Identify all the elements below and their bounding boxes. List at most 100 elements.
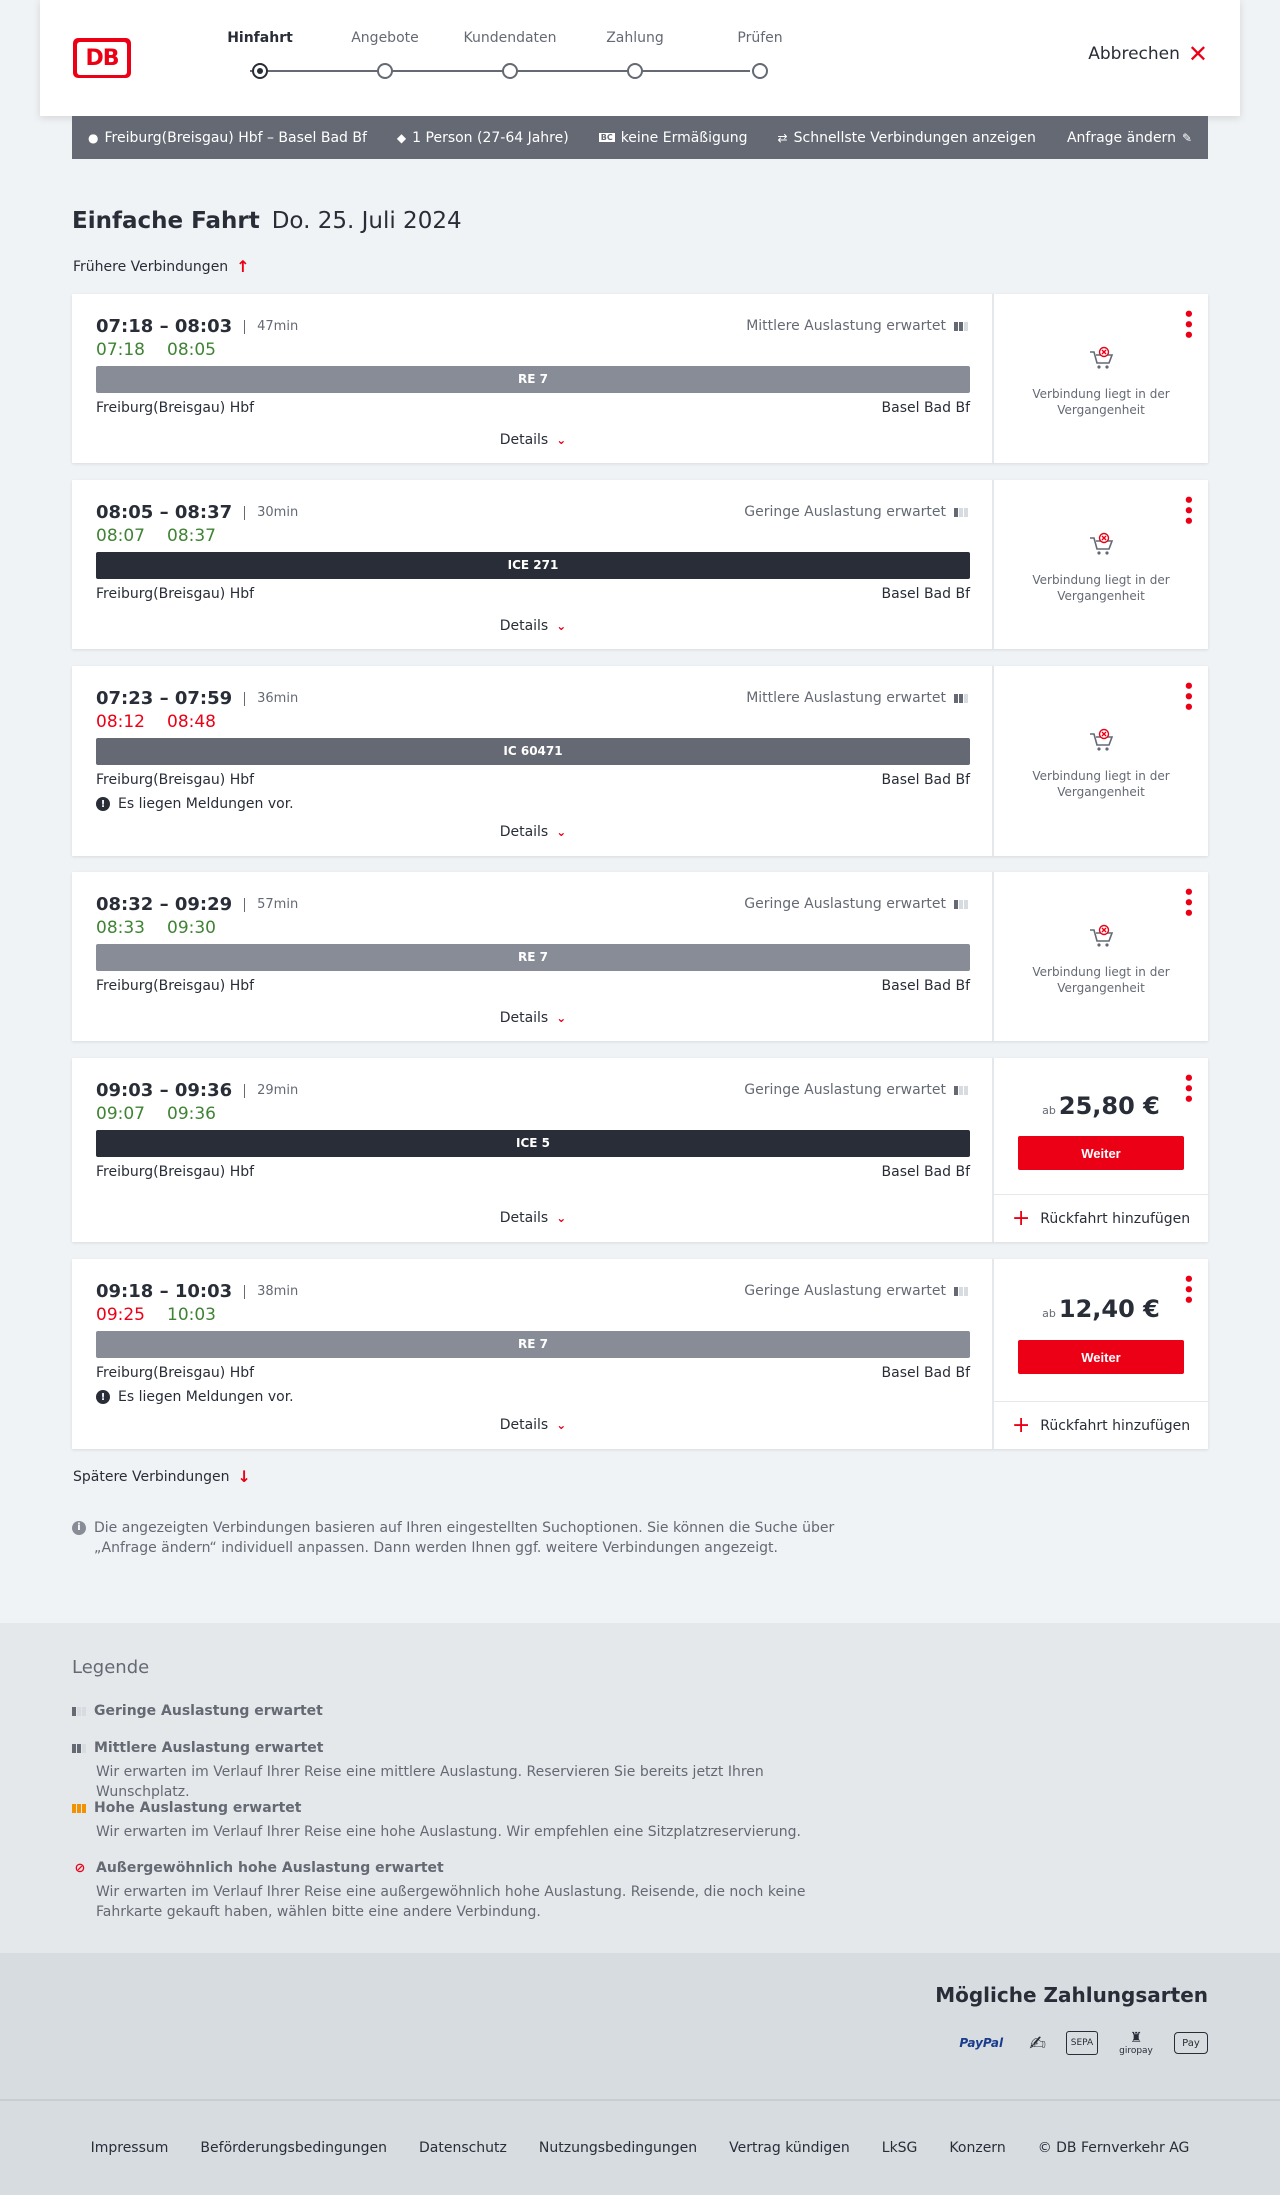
step-dot bbox=[627, 63, 643, 79]
connection-card: 08:32 – 09:29 57min 08:33 09:30 Geringe Au… bbox=[72, 872, 1208, 1041]
payment-icons: PayPal ✍ SEPA ♜ giropay Pay bbox=[953, 2029, 1208, 2057]
more-options-icon[interactable]: ••• bbox=[1177, 680, 1198, 712]
train-line-bar[interactable]: RE 7 bbox=[96, 944, 970, 971]
return-label: Rückfahrt hinzufügen bbox=[1040, 1210, 1191, 1227]
footer-copyright: © DB Fernverkehr AG bbox=[1037, 2140, 1190, 2156]
connection-info: 08:05 – 08:37 30min 08:07 08:37 Geringe Au… bbox=[72, 480, 994, 649]
page-title: Einfache Fahrt Do. 25. Juli 2024 bbox=[72, 208, 462, 234]
arrow-down-icon: ↓ bbox=[237, 1467, 251, 1486]
train-line-bar[interactable]: ICE 5 bbox=[96, 1130, 970, 1157]
cart-unavailable-icon bbox=[1090, 728, 1114, 751]
continue-button[interactable]: Weiter bbox=[1018, 1340, 1184, 1374]
more-options-icon[interactable]: ••• bbox=[1177, 308, 1198, 340]
train-line-bar[interactable]: ICE 271 bbox=[96, 552, 970, 579]
load-indicator: Mittlere Auslastung erwartet bbox=[746, 690, 968, 706]
plus-icon: + bbox=[1011, 1205, 1031, 1231]
footer-link-impressum[interactable]: Impressum bbox=[91, 2140, 169, 2156]
alert-icon: ! bbox=[96, 797, 110, 811]
later-connections-link[interactable]: Spätere Verbindungen ↓ bbox=[73, 1467, 251, 1486]
legend-title-text: Geringe Auslastung erwartet bbox=[94, 1703, 323, 1719]
apple-pay-label: Pay bbox=[1182, 2037, 1200, 2049]
details-label: Details bbox=[499, 824, 549, 840]
planned-time-range: 07:18 – 08:03 bbox=[96, 316, 233, 337]
change-request-label: Anfrage ändern bbox=[1066, 129, 1176, 146]
change-request-button[interactable]: Anfrage ändern ✎ bbox=[1067, 130, 1192, 146]
continue-button[interactable]: Weiter bbox=[1018, 1136, 1184, 1170]
load-indicator: Geringe Auslastung erwartet bbox=[744, 1082, 968, 1098]
load-text: Geringe Auslastung erwartet bbox=[744, 896, 946, 912]
card-hand-icon: ✍ bbox=[1029, 2031, 1046, 2055]
load-indicator: Geringe Auslastung erwartet bbox=[744, 504, 968, 520]
origin-station: Freiburg(Breisgau) Hbf bbox=[96, 1164, 255, 1180]
details-toggle[interactable]: Details ⌄ bbox=[72, 1417, 994, 1433]
legend-item: Geringe Auslastung erwartet bbox=[72, 1703, 852, 1719]
past-label: Verbindung liegt in der Vergangenheit bbox=[1032, 573, 1170, 603]
stations-row: Freiburg(Breisgau) Hbf Basel Bad Bf bbox=[96, 586, 970, 602]
details-toggle[interactable]: Details ⌄ bbox=[72, 1210, 994, 1226]
option-summary: ⇄ Schnellste Verbindungen anzeigen bbox=[778, 130, 1036, 146]
step-label: Hinfahrt bbox=[227, 30, 293, 46]
planned-time-range: 08:05 – 08:37 bbox=[96, 502, 233, 523]
db-logo-text: DB bbox=[77, 41, 127, 75]
cancel-label: Abbrechen bbox=[1088, 44, 1180, 64]
train-line-bar[interactable]: RE 7 bbox=[96, 1331, 970, 1358]
legend-title-text: Hohe Auslastung erwartet bbox=[94, 1800, 302, 1816]
disruption-notice[interactable]: ! Es liegen Meldungen vor. bbox=[96, 796, 294, 812]
legend-item: Hohe Auslastung erwartet Wir erwarten im… bbox=[72, 1800, 852, 1842]
past-connection-notice: Verbindung liegt in der Vergangenheit bbox=[994, 924, 1208, 996]
apple-pay-icon: Pay bbox=[1174, 2032, 1208, 2054]
legend-title: Legende bbox=[72, 1657, 150, 1678]
search-summary-bar: ● Freiburg(Breisgau) Hbf – Basel Bad Bf ◆… bbox=[72, 116, 1208, 159]
footer-link-befoerderung[interactable]: Beförderungsbedingungen bbox=[200, 2140, 387, 2156]
add-return-button[interactable]: + Rückfahrt hinzufügen bbox=[994, 1194, 1208, 1242]
footer-link-nutzung[interactable]: Nutzungsbedingungen bbox=[539, 2140, 697, 2156]
train-line-bar[interactable]: RE 7 bbox=[96, 366, 970, 393]
chevron-down-icon: ⌄ bbox=[556, 433, 567, 447]
legend-item-title: Geringe Auslastung erwartet bbox=[72, 1703, 852, 1719]
realtime-departure: 08:07 bbox=[96, 526, 145, 546]
price-value: 12,40 € bbox=[1058, 1295, 1160, 1323]
add-return-button[interactable]: + Rückfahrt hinzufügen bbox=[994, 1401, 1208, 1449]
connection-card: 09:03 – 09:36 29min 09:07 09:36 Geringe Au… bbox=[72, 1058, 1208, 1242]
cart-unavailable-icon bbox=[1090, 532, 1114, 555]
footer-link-kuendigen[interactable]: Vertrag kündigen bbox=[729, 2140, 850, 2156]
load-indicator: Mittlere Auslastung erwartet bbox=[746, 318, 968, 334]
destination-station: Basel Bad Bf bbox=[881, 978, 970, 994]
details-toggle[interactable]: Details ⌄ bbox=[72, 824, 994, 840]
db-logo[interactable]: DB bbox=[73, 38, 131, 78]
chevron-down-icon: ⌄ bbox=[556, 1011, 567, 1025]
realtime-departure: 08:12 bbox=[96, 712, 145, 732]
realtime-departure: 09:25 bbox=[96, 1305, 145, 1325]
extreme-load-icon: ⊘ bbox=[74, 1860, 86, 1876]
realtime-departure: 09:07 bbox=[96, 1104, 145, 1124]
disruption-notice[interactable]: ! Es liegen Meldungen vor. bbox=[96, 1389, 294, 1405]
earlier-connections-link[interactable]: Frühere Verbindungen ↑ bbox=[73, 257, 250, 276]
duration: 29min bbox=[244, 1083, 298, 1098]
past-label: Verbindung liegt in der Vergangenheit bbox=[1032, 965, 1170, 995]
planned-time-range: 09:18 – 10:03 bbox=[96, 1281, 233, 1302]
more-options-icon[interactable]: ••• bbox=[1177, 886, 1198, 918]
stations-row: Freiburg(Breisgau) Hbf Basel Bad Bf bbox=[96, 772, 970, 788]
footer-link-lksg[interactable]: LkSG bbox=[882, 2140, 918, 2156]
details-toggle[interactable]: Details ⌄ bbox=[72, 432, 994, 448]
search-info-note: i Die angezeigten Verbindungen basieren a… bbox=[72, 1518, 872, 1558]
cancel-button[interactable]: Abbrechen ✕ bbox=[1088, 42, 1208, 66]
chevron-down-icon: ⌄ bbox=[556, 1418, 567, 1432]
destination-station: Basel Bad Bf bbox=[881, 1365, 970, 1381]
origin-station: Freiburg(Breisgau) Hbf bbox=[96, 772, 255, 788]
step-label: Angebote bbox=[351, 30, 419, 46]
train-line-bar[interactable]: IC 60471 bbox=[96, 738, 970, 765]
chevron-down-icon: ⌄ bbox=[556, 1211, 567, 1225]
realtime-departure: 07:18 bbox=[96, 340, 145, 360]
footer-link-datenschutz[interactable]: Datenschutz bbox=[419, 2140, 507, 2156]
footer-link-konzern[interactable]: Konzern bbox=[949, 2140, 1005, 2156]
details-toggle[interactable]: Details ⌄ bbox=[72, 1010, 994, 1026]
duration: 38min bbox=[244, 1284, 298, 1299]
trip-type: Einfache Fahrt bbox=[72, 208, 260, 234]
details-toggle[interactable]: Details ⌄ bbox=[72, 618, 994, 634]
load-indicator: Geringe Auslastung erwartet bbox=[744, 1283, 968, 1299]
discount-text: keine Ermäßigung bbox=[620, 129, 748, 146]
passenger-summary: ◆ 1 Person (27-64 Jahre) bbox=[397, 130, 569, 146]
more-options-icon[interactable]: ••• bbox=[1177, 494, 1198, 526]
bahncard-icon: BC bbox=[598, 133, 615, 142]
